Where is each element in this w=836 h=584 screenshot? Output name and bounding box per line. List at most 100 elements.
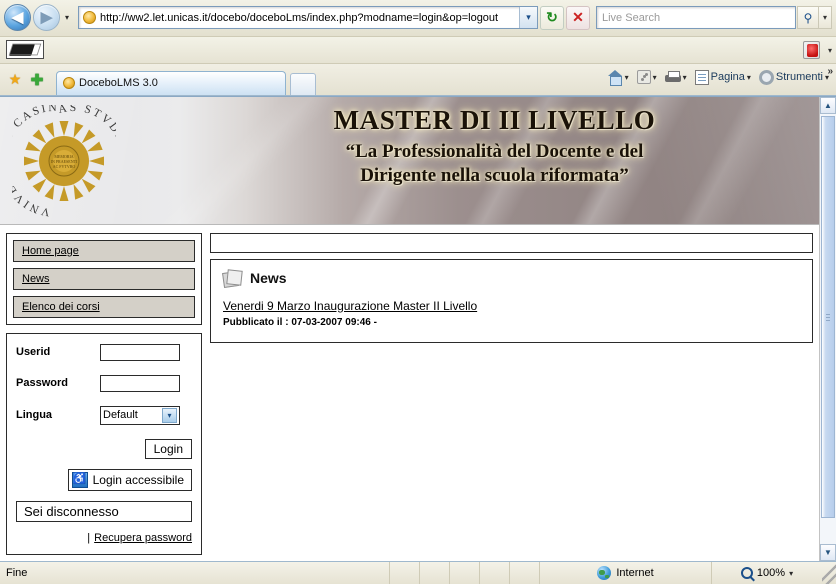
sidebar-menu-panel: Home page News Elenco dei corsi [6,232,202,325]
security-zone-indicator[interactable]: Internet [540,562,712,584]
lingua-select[interactable]: Default ▾ [100,405,180,425]
banner-subtitle-line1: “La Professionalità del Docente e del [345,140,644,162]
plus-icon: ✚ [30,71,44,89]
password-input[interactable] [100,374,180,392]
scrollbar-thumb[interactable] [821,115,835,518]
university-seal-logo: VNIVERSITAS CASINAS STVDIORVM [12,105,116,217]
tab-bar: ★ ✚ DoceboLMS 3.0 ▾ ▾ ▾ Pagina ▾ Strumen… [0,63,836,96]
scrollbar-track[interactable] [820,113,836,544]
address-dropdown-button[interactable]: ▾ [519,7,537,29]
scroll-up-button[interactable]: ▲ [820,96,836,114]
vertical-scrollbar[interactable]: ▲ ▼ [819,96,836,561]
separator-pipe: | [87,531,91,544]
login-button[interactable]: Login [144,438,192,459]
lingua-selected-value: Default [103,409,138,422]
zoom-level-label: 100% [756,567,786,579]
accessible-login-button[interactable]: ♿ Login accessibile [67,468,192,491]
tools-menu-button[interactable]: Strumenti ▾ [756,68,832,87]
close-icon: ✕ [572,9,584,26]
page-content: VNIVERSITAS CASINAS STVDIORVM [0,96,819,561]
chevron-down-icon: ▾ [526,12,531,23]
status-bar-spacers [390,562,540,584]
search-submit-button[interactable]: ⚲ [797,6,819,30]
magnifier-icon [740,567,753,579]
globe-icon [597,566,612,580]
chevron-down-icon: ▾ [827,45,832,55]
chevron-down-icon: ▾ [64,13,69,23]
double-chevron-icon: » [827,65,833,77]
sidebar-item-home-page[interactable]: Home page [13,239,195,262]
tools-menu-label: Strumenti [775,71,823,84]
feeds-button[interactable]: ▾ [634,68,660,86]
print-button[interactable]: ▾ [662,69,690,86]
sidebar-item-news[interactable]: News [13,267,195,290]
search-icon: ⚲ [803,10,813,25]
address-bar[interactable]: http://ww2.let.unicas.it/docebo/doceboLm… [78,6,538,30]
pdf-toolbar-icon[interactable] [803,40,820,59]
recover-password-row: | Recupera password [16,532,192,544]
recover-password-link[interactable]: Recupera password [94,532,192,544]
news-panel-header: News [223,270,800,287]
page-icon [694,69,709,85]
resize-grip[interactable] [822,562,836,584]
tab-favicon-icon [63,77,75,90]
star-icon: ★ [8,71,22,88]
toolbar-disk-icon[interactable] [6,40,44,60]
zoom-control[interactable]: 100% ▾ [712,562,822,584]
site-banner: VNIVERSITAS CASINAS STVDIORVM [0,96,819,225]
command-bar: ▾ ▾ ▾ Pagina ▾ Strumenti ▾ [604,64,836,95]
news-pages-icon [223,270,242,287]
security-zone-label: Internet [616,567,654,579]
toolbar-overflow-button[interactable]: » [827,66,833,77]
accessible-login-row: ♿ Login accessibile [16,468,192,491]
scroll-down-button[interactable]: ▼ [820,544,836,561]
news-item: Venerdi 9 Marzo Inaugurazione Master II … [223,299,800,328]
rss-feed-icon [636,70,651,85]
browser-window: ◀ ▶ ▾ http://ww2.let.unicas.it/docebo/do… [0,0,836,584]
back-button[interactable]: ◀ [4,4,31,32]
chevron-down-icon: ▾ [162,407,177,423]
home-button[interactable]: ▾ [604,68,632,87]
add-to-favorites-button[interactable]: ✚ [26,69,48,91]
sidebar-item-course-list[interactable]: Elenco dei corsi [13,295,195,318]
news-panel-heading: News [250,270,287,287]
search-box[interactable] [596,6,796,30]
print-icon [664,70,681,84]
sidebar-link-news[interactable]: News [22,273,50,285]
refresh-button[interactable]: ↻ [540,5,564,30]
news-panel: News Venerdi 9 Marzo Inaugurazione Maste… [210,258,813,343]
forward-button[interactable]: ▶ [33,4,60,32]
extra-toolbar: ▾ [0,36,836,64]
userid-input[interactable] [100,343,180,361]
favorites-center-button[interactable]: ★ [4,69,26,91]
history-dropdown-button[interactable]: ▾ [60,6,74,30]
chevron-down-icon: ▾ [652,72,657,82]
chevron-down-icon: ▾ [682,72,687,82]
search-input[interactable] [597,7,795,29]
login-panel: Userid Password Lingua Default ▾ Login ♿… [6,332,202,555]
password-label: Password [16,377,68,390]
search-provider-dropdown[interactable]: ▾ [819,6,832,30]
new-tab-button[interactable] [290,72,316,95]
status-bar-message: Fine [0,562,390,584]
sidebar: Home page News Elenco dei corsi Userid P… [6,232,202,561]
lingua-label: Lingua [16,409,53,422]
svg-text:AC FVTVRO: AC FVTVRO [53,164,76,169]
page-menu-button[interactable]: Pagina ▾ [692,68,754,87]
chevron-down-icon[interactable]: ▾ [789,569,793,578]
banner-title: MASTER DI II LIVELLO [333,104,656,135]
sidebar-link-home-page[interactable]: Home page [22,245,79,257]
password-row: Password [16,374,192,392]
gear-icon [758,69,774,85]
tab-title: DoceboLMS 3.0 [79,77,158,90]
chevron-down-icon: ▾ [822,13,827,23]
tab-docebolms[interactable]: DoceboLMS 3.0 [56,70,286,95]
banner-subtitle-line2: Dirigente nella scuola riformata” [360,164,629,186]
chevron-down-icon: ▾ [746,72,751,82]
news-item-title-link[interactable]: Venerdi 9 Marzo Inaugurazione Master II … [223,299,800,313]
content-top-bar [210,232,813,253]
pdf-toolbar-dropdown[interactable]: ▾ [828,46,832,55]
site-favicon-icon [83,11,96,25]
sidebar-link-course-list[interactable]: Elenco dei corsi [22,301,100,313]
stop-button[interactable]: ✕ [566,5,590,30]
